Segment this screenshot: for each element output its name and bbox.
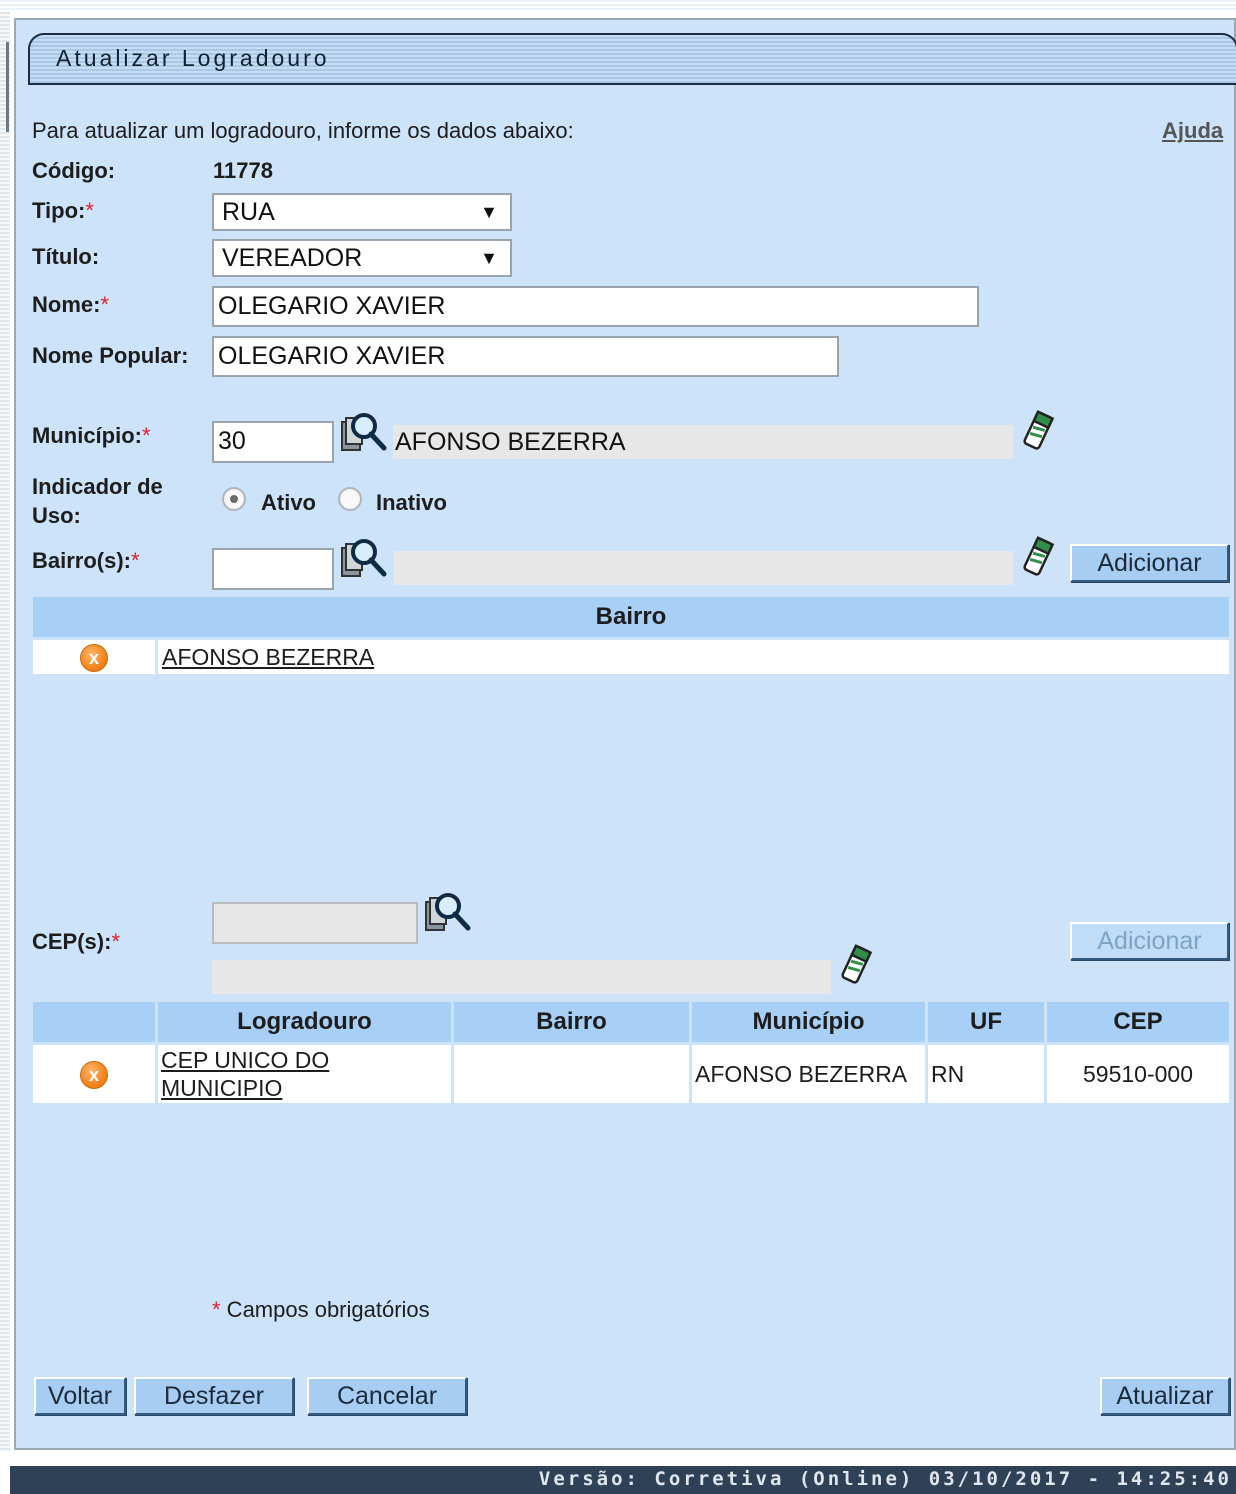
- uf-cell: RN: [928, 1045, 1044, 1103]
- titulo-label: Título:: [32, 244, 100, 269]
- help-link[interactable]: Ajuda: [1162, 118, 1223, 144]
- nome-popular-input[interactable]: OLEGARIO XAVIER: [212, 336, 839, 377]
- bairros-label: Bairro(s):*: [32, 548, 140, 573]
- cep-column-header: CEP: [1047, 1002, 1229, 1042]
- intro-text: Para atualizar um logradouro, informe os…: [32, 118, 574, 143]
- tipo-select[interactable]: RUA ▼: [212, 193, 512, 231]
- codigo-label: Código:: [32, 158, 116, 183]
- titulo-selected-value: VEREADOR: [222, 244, 363, 272]
- remove-x-icon[interactable]: x: [80, 1060, 108, 1089]
- page-title: Atualizar Logradouro: [56, 45, 330, 71]
- title-bar: Atualizar Logradouro: [28, 33, 1236, 85]
- atualizar-button[interactable]: Atualizar: [1100, 1377, 1230, 1415]
- indicador-uso-label: Indicador de Uso:: [32, 474, 163, 528]
- tipo-selected-value: RUA: [222, 198, 275, 226]
- magnifier-search-icon[interactable]: [424, 890, 472, 934]
- left-rail: [0, 12, 10, 1452]
- cep-code-input[interactable]: [212, 902, 418, 944]
- voltar-button[interactable]: Voltar: [34, 1377, 126, 1415]
- cep-description-display: [212, 960, 831, 994]
- bairro-column-header: Bairro: [454, 1002, 689, 1042]
- required-note: * Campos obrigatórios: [212, 1297, 430, 1322]
- municipio-code-input[interactable]: 30: [212, 421, 334, 463]
- radio-inativo[interactable]: [338, 487, 362, 511]
- bairro-column-header: Bairro: [33, 597, 1229, 637]
- tipo-label: Tipo:*: [32, 198, 94, 223]
- cep-add-button[interactable]: Adicionar: [1070, 922, 1229, 960]
- eraser-clear-icon[interactable]: [1020, 410, 1058, 452]
- remove-cell: x: [33, 1045, 155, 1103]
- codigo-value: 11778: [213, 158, 273, 183]
- municipio-label: Município:*: [32, 423, 151, 448]
- radio-inativo-label: Inativo: [376, 490, 447, 515]
- bairro-cell: [454, 1045, 689, 1103]
- bairro-table: Bairro x AFONSO BEZERRA: [30, 594, 1232, 677]
- rail-mark: [6, 42, 9, 132]
- remove-cell: x: [33, 640, 155, 674]
- footer-bar: Versão: Corretiva (Online) 03/10/2017 - …: [10, 1466, 1236, 1494]
- cep-cell: 59510-000: [1047, 1045, 1229, 1103]
- radio-ativo[interactable]: [222, 487, 246, 511]
- municipio-cell: AFONSO BEZERRA: [692, 1045, 925, 1103]
- logradouro-link[interactable]: CEP UNICO DO MUNICIPIO: [161, 1047, 329, 1101]
- ceps-label: CEP(s):*: [32, 929, 121, 954]
- magnifier-search-icon[interactable]: [340, 410, 388, 454]
- cep-table: Logradouro Bairro Município UF CEP x CEP…: [30, 999, 1232, 1106]
- eraser-clear-icon[interactable]: [1020, 536, 1058, 578]
- nome-input[interactable]: OLEGARIO XAVIER: [212, 286, 979, 327]
- table-row: x AFONSO BEZERRA: [33, 640, 1229, 674]
- logradouro-cell: CEP UNICO DO MUNICIPIO: [158, 1045, 451, 1103]
- dropdown-arrow-icon: ▼: [480, 248, 498, 268]
- bairro-code-input[interactable]: [212, 548, 334, 590]
- bairro-name-display: [394, 551, 1013, 585]
- nome-label: Nome:*: [32, 292, 110, 317]
- municipio-name-display: AFONSO BEZERRA: [393, 425, 1013, 459]
- table-row: x CEP UNICO DO MUNICIPIO AFONSO BEZERRA R…: [33, 1045, 1229, 1103]
- municipio-column-header: Município: [692, 1002, 925, 1042]
- cancelar-button[interactable]: Cancelar: [307, 1377, 467, 1415]
- nome-popular-label: Nome Popular:: [32, 343, 189, 368]
- magnifier-search-icon[interactable]: [340, 536, 388, 580]
- uf-column-header: UF: [928, 1002, 1044, 1042]
- version-text: Versão: Corretiva (Online) 03/10/2017 - …: [538, 1468, 1232, 1490]
- bairro-add-button[interactable]: Adicionar: [1070, 544, 1229, 582]
- form-panel: Atualizar Logradouro: [14, 18, 1236, 1450]
- titulo-select[interactable]: VEREADOR ▼: [212, 239, 512, 277]
- remove-x-icon[interactable]: x: [80, 643, 108, 672]
- radio-ativo-label: Ativo: [261, 490, 316, 515]
- dropdown-arrow-icon: ▼: [480, 202, 498, 222]
- bairro-link[interactable]: AFONSO BEZERRA: [162, 644, 374, 670]
- logradouro-column-header: Logradouro: [158, 1002, 451, 1042]
- top-strip: [0, 0, 1236, 12]
- remove-column-header: [33, 1002, 155, 1042]
- bairro-cell: AFONSO BEZERRA: [158, 640, 1229, 674]
- eraser-clear-icon[interactable]: [838, 944, 876, 986]
- desfazer-button[interactable]: Desfazer: [134, 1377, 294, 1415]
